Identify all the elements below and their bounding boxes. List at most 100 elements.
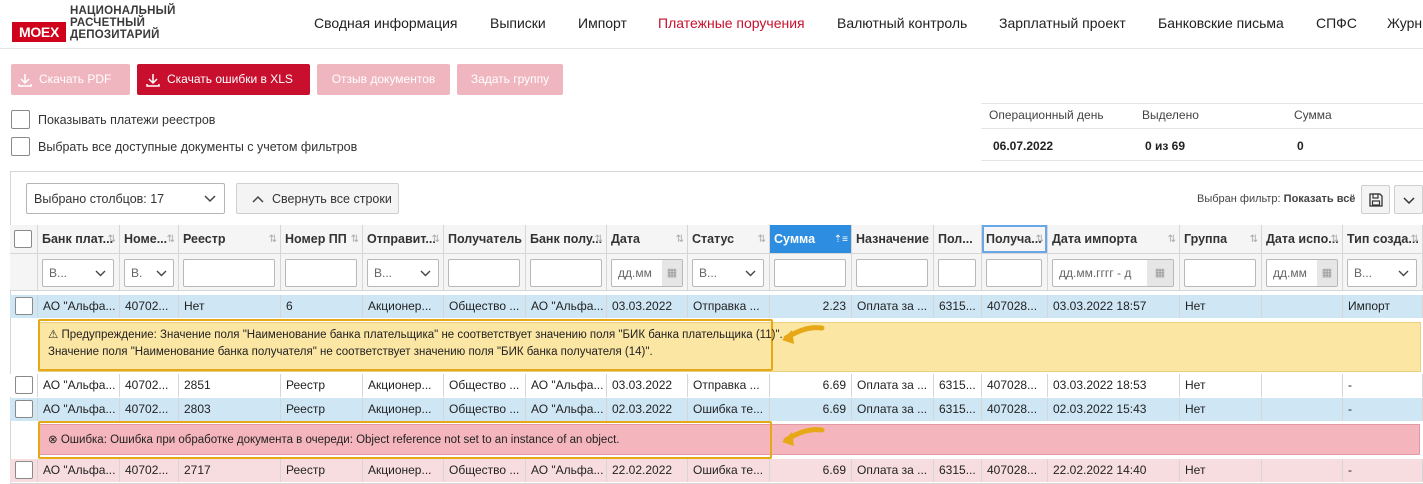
- sort-icon: ⇅: [1249, 234, 1258, 245]
- columns-select[interactable]: Выбрано столбцов: 17: [26, 183, 225, 214]
- sort-icon: ⇅: [1330, 234, 1339, 245]
- col-receiver-account[interactable]: Получа... ⇅: [982, 225, 1048, 254]
- col-date[interactable]: Дата ⇅: [607, 225, 688, 254]
- date-filter-input[interactable]: дд.мм ▦: [611, 259, 683, 287]
- col-amount[interactable]: Сумма ⇡≡: [770, 225, 852, 254]
- inn-filter-input[interactable]: [938, 259, 976, 287]
- import-date-filter-input[interactable]: дд.мм.гггг - д ▦: [1052, 259, 1174, 287]
- col-inn[interactable]: Пол...: [934, 225, 982, 254]
- receiver-bank-filter-input[interactable]: [530, 259, 602, 287]
- arrow-pointer-icon: [782, 427, 825, 446]
- nav-spfs[interactable]: СПФС: [1316, 15, 1357, 31]
- row-checkbox[interactable]: [15, 461, 33, 479]
- recall-documents-button[interactable]: Отзыв документов: [317, 64, 450, 95]
- payer-bank-filter-select[interactable]: В...: [42, 259, 114, 287]
- nav-statements[interactable]: Выписки: [490, 15, 546, 31]
- account-filter-select[interactable]: В.: [124, 259, 174, 287]
- col-creation-type[interactable]: Тип созда... ⇅: [1343, 225, 1423, 254]
- filter-status: В...: [688, 254, 770, 291]
- sort-icon: ⇅: [1167, 234, 1176, 245]
- calendar-icon[interactable]: ▦: [1147, 260, 1173, 286]
- row-checkbox[interactable]: [15, 400, 33, 418]
- filter-amount: [770, 254, 852, 291]
- receiver-filter-input[interactable]: [448, 259, 520, 287]
- sort-icon: ⇅: [107, 234, 116, 245]
- filter-purpose: [852, 254, 934, 291]
- pp-number-filter-input[interactable]: [285, 259, 357, 287]
- header-divider: [0, 48, 1423, 49]
- download-errors-xls-button[interactable]: Скачать ошибки в XLS: [137, 64, 310, 95]
- show-registry-checkbox[interactable]: [11, 110, 30, 129]
- sort-icon: ⇅: [431, 234, 440, 245]
- sender-filter-select[interactable]: В...: [367, 259, 439, 287]
- filter-indicator: Выбран фильтр: Показать всё: [1197, 193, 1356, 205]
- receiver-account-filter-input[interactable]: [986, 259, 1042, 287]
- header-select-all: [10, 225, 38, 254]
- col-sender[interactable]: Отправит... ⇅: [363, 225, 444, 254]
- execution-date-filter-input[interactable]: дд.мм ▦: [1266, 259, 1338, 287]
- set-group-button[interactable]: Задать группу: [457, 64, 563, 95]
- nav-journal[interactable]: Журн: [1387, 15, 1422, 31]
- row-checkbox[interactable]: [15, 376, 33, 394]
- col-receiver-bank[interactable]: Банк полу... ⇅: [526, 225, 607, 254]
- col-account[interactable]: Номе... ⇅: [120, 225, 179, 254]
- nav-bank-letters[interactable]: Банковские письма: [1158, 15, 1284, 31]
- error-message: ⊗ Ошибка: Ошибка при обработке документа…: [38, 421, 772, 459]
- group-filter-input[interactable]: [1184, 259, 1256, 287]
- col-execution-date[interactable]: Дата испо... ⇅: [1262, 225, 1343, 254]
- filter-inn: [934, 254, 982, 291]
- nav-payment-orders[interactable]: Платежные поручения: [658, 15, 805, 31]
- row-checkbox[interactable]: [15, 297, 33, 315]
- filter-pp-number: [281, 254, 363, 291]
- nav-currency-control[interactable]: Валютный контроль: [837, 15, 967, 31]
- download-pdf-button[interactable]: Скачать PDF: [11, 64, 130, 95]
- col-group[interactable]: Группа ⇅: [1180, 225, 1262, 254]
- purpose-filter-input[interactable]: [856, 259, 928, 287]
- col-registry[interactable]: Реестр ⇅: [179, 225, 281, 254]
- col-purpose[interactable]: Назначение: [852, 225, 934, 254]
- col-status[interactable]: Статус ⇅: [688, 225, 770, 254]
- op-day-label: Операционный день: [989, 108, 1104, 122]
- sort-icon: ⇅: [1410, 234, 1419, 245]
- calendar-icon[interactable]: ▦: [662, 260, 682, 286]
- col-payer-bank[interactable]: Банк плат... ⇅: [38, 225, 120, 254]
- select-all-checkbox[interactable]: [11, 137, 30, 156]
- sort-icon: ⇅: [350, 234, 359, 245]
- stats-bottom-divider: [981, 160, 1423, 161]
- calendar-icon[interactable]: ▦: [1317, 260, 1337, 286]
- status-filter-select[interactable]: В...: [692, 259, 764, 287]
- table-row[interactable]: АО "Альфа... 40702... 2803 Реестр Акцион…: [10, 398, 1423, 421]
- selected-value: 0 из 69: [1145, 139, 1186, 153]
- nav-summary[interactable]: Сводная информация: [314, 15, 458, 31]
- table-row[interactable]: АО "Альфа... 40702... 2851 Реестр Акцион…: [10, 374, 1423, 397]
- chevron-up-icon: [252, 195, 264, 203]
- amount-filter-input[interactable]: [774, 259, 846, 287]
- sum-label: Сумма: [1294, 108, 1332, 122]
- save-icon: [1369, 193, 1383, 207]
- filter-value: Показать всё: [1283, 193, 1356, 205]
- col-pp-number[interactable]: Номер ПП ⇅: [281, 225, 363, 254]
- filter-menu-button[interactable]: [1394, 185, 1423, 214]
- chevron-down-icon: [204, 195, 216, 203]
- filter-import-date: дд.мм.гггг - д ▦: [1048, 254, 1180, 291]
- warning-message: ⚠ Предупреждение: Значение поля "Наимено…: [38, 319, 783, 371]
- creation-type-filter-select[interactable]: В...: [1347, 259, 1417, 287]
- filter-receiver-account: [982, 254, 1048, 291]
- table-row[interactable]: АО "Альфа... 40702... Нет 6 Акционер... …: [10, 295, 1423, 318]
- filter-creation-type: В...: [1343, 254, 1423, 291]
- sort-icon: ⇅: [594, 234, 603, 245]
- nav-import[interactable]: Импорт: [578, 15, 627, 31]
- op-day-value: 06.07.2022: [993, 139, 1054, 153]
- select-all-rows-checkbox[interactable]: [14, 230, 32, 248]
- filter-receiver: [444, 254, 526, 291]
- sum-value: 0: [1297, 139, 1304, 153]
- col-import-date[interactable]: Дата импорта ⇅: [1048, 225, 1180, 254]
- save-filter-button[interactable]: [1361, 185, 1390, 214]
- col-receiver[interactable]: Получатель: [444, 225, 526, 254]
- collapse-all-rows-button[interactable]: Свернуть все строки: [236, 183, 399, 214]
- filter-group: [1180, 254, 1262, 291]
- chevron-down-icon: [420, 270, 431, 277]
- registry-filter-input[interactable]: [183, 259, 275, 287]
- table-row[interactable]: АО "Альфа... 40702... 2717 Реестр Акцион…: [10, 459, 1423, 482]
- nav-salary-project[interactable]: Зарплатный проект: [999, 15, 1126, 31]
